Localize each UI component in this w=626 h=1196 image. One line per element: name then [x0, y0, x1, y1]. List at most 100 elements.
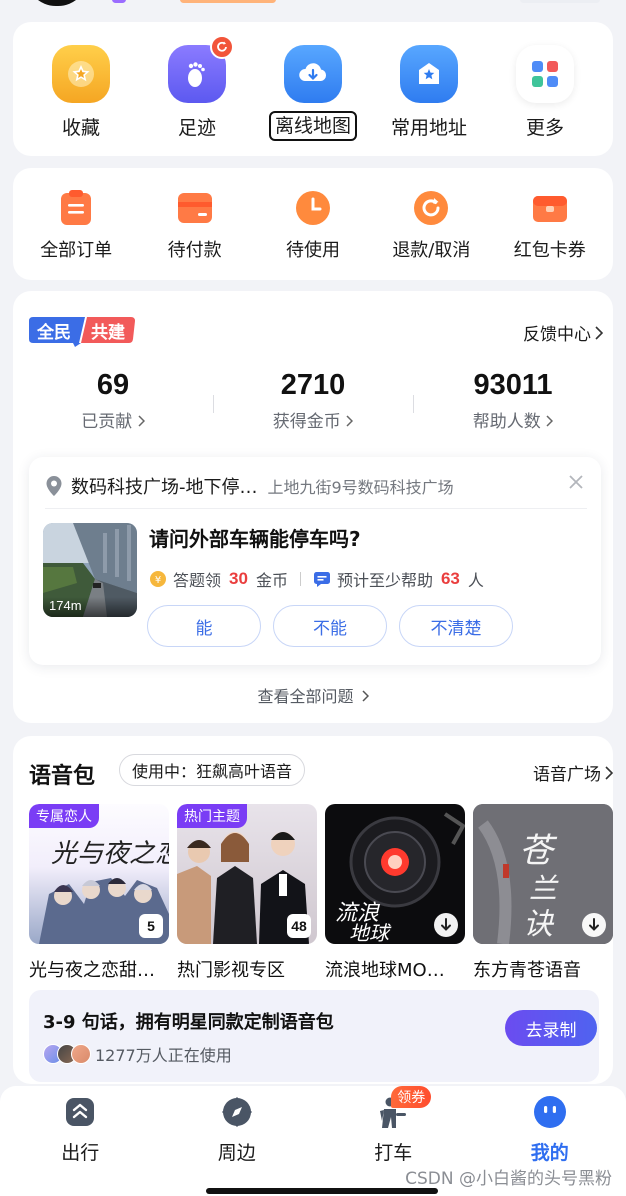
avatar[interactable] [26, 0, 88, 6]
svg-text:光与夜之恋: 光与夜之恋 [51, 839, 169, 869]
svg-text:¥: ¥ [155, 575, 161, 586]
svg-text:诀: 诀 [523, 907, 555, 942]
stat-value: 93011 [473, 369, 553, 401]
stat-helped[interactable]: 93011 帮助人数 [413, 365, 613, 432]
chevron-right-icon [346, 415, 354, 427]
answer-unsure-button[interactable]: 不清楚 [399, 605, 513, 647]
clock-icon [293, 188, 333, 228]
tab-taxi[interactable]: 领券 打车 [317, 1086, 470, 1165]
location-pin-icon [46, 476, 62, 496]
level-badge [112, 0, 126, 3]
voice-pack-item[interactable]: 热门主题 48 热门影视专区 [177, 804, 317, 982]
chat-icon [313, 572, 330, 587]
distance-label: 174m [49, 598, 82, 613]
entry-more[interactable]: 更多 [490, 22, 600, 156]
refresh-badge-icon [210, 35, 234, 59]
feedback-label: 反馈中心 [523, 325, 591, 345]
order-refund[interactable]: 退款/取消 [372, 168, 490, 280]
help-unit: 人 [467, 571, 484, 590]
order-list-icon [56, 188, 96, 228]
reward-value: 30 [229, 569, 248, 588]
voice-pack-count: 48 [287, 914, 311, 938]
chevron-right-icon [546, 415, 554, 427]
voice-pack-item[interactable]: 苍 兰 诀 东方青苍语音 [473, 804, 613, 982]
entry-offline-map[interactable]: 离线地图 [258, 22, 368, 156]
stat-label: 帮助人数 [413, 407, 613, 432]
order-label: 待使用 [285, 240, 340, 261]
reward-prefix: 答题领 [173, 571, 222, 590]
help-value: 63 [440, 569, 460, 588]
voice-pack-item[interactable]: 流浪 地球 流浪地球MO… [325, 804, 465, 982]
order-label: 待付款 [167, 240, 222, 261]
promo-users-label: 1277万人正在使用 [95, 1046, 232, 1065]
question-photo[interactable]: 174m [43, 523, 137, 617]
feedback-center-link[interactable]: 反馈中心 [523, 320, 613, 345]
compass-icon [219, 1094, 255, 1130]
separator [299, 572, 301, 586]
voice-plaza-link[interactable]: 语音广场 [533, 760, 613, 785]
order-coupons[interactable]: 红包卡券 [491, 168, 609, 280]
tab-mine[interactable]: 我的 [474, 1094, 626, 1165]
tab-label: 我的 [530, 1142, 569, 1164]
entry-footprints[interactable]: 足迹 [142, 22, 252, 156]
entry-label: 更多 [525, 117, 564, 139]
custom-voice-promo: 3-9 句话，拥有明星同款定制语音包 1277万人正在使用 去录制 [29, 990, 599, 1082]
place-name: 数码科技广场-地下停… [71, 477, 258, 498]
entry-favorites[interactable]: 收藏 [26, 22, 136, 156]
close-icon[interactable] [567, 473, 585, 491]
voice-pack-card: 语音包 使用中：狂飙高叶语音 语音广场 光与夜之恋 专属恋人 5 光与夜之恋甜… [13, 736, 613, 1084]
top-strip [0, 0, 626, 14]
question-card: 数码科技广场-地下停… 上地九街9号数码科技广场 174m 请问外部车辆能停车吗… [29, 457, 601, 665]
voice-in-use-pill[interactable]: 使用中：狂飙高叶语音 [119, 754, 306, 786]
voice-pack-name: 东方青苍语音 [473, 960, 581, 981]
see-all-label: 查看全部问题 [257, 687, 354, 706]
answer-yes-button[interactable]: 能 [147, 605, 261, 647]
co-build-logo: 全民 共建 [29, 315, 135, 347]
see-all-questions-link[interactable]: 查看全部问题 [13, 683, 613, 707]
home-indicator[interactable] [206, 1188, 438, 1194]
voice-plaza-label: 语音广场 [533, 765, 601, 785]
order-to-use[interactable]: 待使用 [254, 168, 372, 280]
order-unpaid[interactable]: 待付款 [136, 168, 254, 280]
refund-icon [411, 188, 451, 228]
question-meta: ¥ 答题领 30 金币 预计至少帮助 63 人 [149, 567, 484, 591]
co-build-logo-right: 共建 [91, 323, 125, 343]
header-pill [520, 0, 600, 3]
record-button[interactable]: 去录制 [505, 1010, 597, 1046]
question-location[interactable]: 数码科技广场-地下停… 上地九街9号数码科技广场 [45, 473, 585, 499]
voice-pack-item[interactable]: 光与夜之恋 专属恋人 5 光与夜之恋甜… [29, 804, 169, 982]
answer-no-button[interactable]: 不能 [273, 605, 387, 647]
download-cloud-icon [284, 45, 342, 103]
promo-title: 3-9 句话，拥有明星同款定制语音包 [43, 1012, 334, 1033]
tab-label: 出行 [61, 1142, 100, 1164]
stat-label: 已贡献 [13, 407, 213, 432]
entry-label: 收藏 [61, 117, 100, 139]
divider [45, 508, 587, 509]
tab-label: 周边 [217, 1142, 256, 1164]
voice-pack-count: 5 [139, 914, 163, 938]
download-icon[interactable] [433, 912, 459, 938]
voice-pack-name: 光与夜之恋甜… [29, 960, 155, 981]
voice-pack-tag: 热门主题 [177, 804, 247, 828]
entry-addresses[interactable]: 常用地址 [374, 22, 484, 156]
stat-coins[interactable]: 2710 获得金币 [213, 365, 413, 432]
tab-travel[interactable]: 出行 [4, 1094, 157, 1165]
stat-contributed[interactable]: 69 已贡献 [13, 365, 213, 432]
download-icon[interactable] [581, 912, 607, 938]
stat-label: 获得金币 [213, 407, 413, 432]
order-all[interactable]: 全部订单 [17, 168, 135, 280]
chevron-right-icon [595, 325, 603, 340]
tab-nearby[interactable]: 周边 [161, 1094, 314, 1165]
place-address: 上地九街9号数码科技广场 [267, 478, 454, 497]
voice-pack-cover: 流浪 地球 [325, 804, 465, 944]
entry-label: 常用地址 [390, 117, 467, 139]
voice-pack-tag: 专属恋人 [29, 804, 99, 828]
my-face-icon [532, 1094, 568, 1130]
order-label: 退款/取消 [392, 240, 471, 261]
coupon-icon [530, 188, 570, 228]
voice-pack-cover: 热门主题 48 [177, 804, 317, 944]
answer-options: 能 不能 不清楚 [147, 605, 513, 647]
chevron-right-icon [362, 690, 369, 702]
voice-pack-cover: 苍 兰 诀 [473, 804, 613, 944]
order-entries: 全部订单 待付款 待使用 退款/取消 红包卡券 [13, 168, 613, 280]
